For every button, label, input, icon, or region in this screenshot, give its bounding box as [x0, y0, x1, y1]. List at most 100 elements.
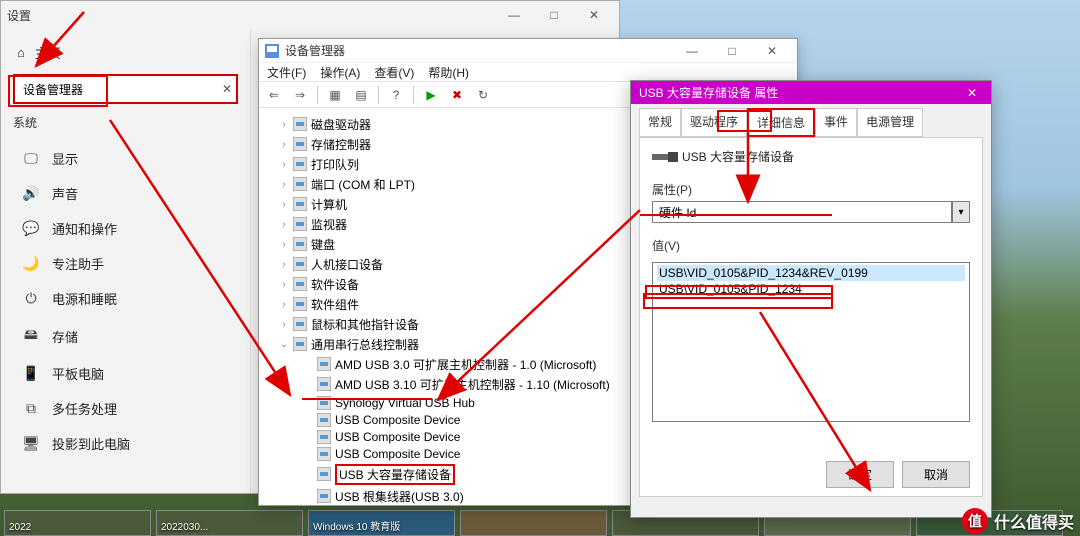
clear-search-icon[interactable]: ✕ — [222, 82, 232, 96]
menu-1[interactable]: 操作(A) — [320, 64, 360, 81]
property-combo-input[interactable] — [652, 201, 952, 223]
close-button[interactable]: ✕ — [575, 8, 613, 22]
tab-0[interactable]: 常规 — [639, 108, 681, 137]
dm-minimize-button[interactable]: — — [673, 44, 711, 58]
sidebar-item-label: 显示 — [52, 149, 78, 168]
sidebar-item-icon: 🖵 — [22, 150, 40, 167]
dm-close-button[interactable]: ✕ — [753, 44, 791, 58]
property-label: 属性(P) — [652, 181, 970, 198]
sidebar-item-label: 投影到此电脑 — [52, 434, 130, 453]
sidebar-item-4[interactable]: ⏻ 电源和睡眠 — [13, 281, 238, 316]
sidebar-item-label: 存储 — [52, 327, 78, 346]
home-icon: ⌂ — [17, 45, 25, 60]
tb-remove[interactable]: ✖ — [446, 84, 468, 106]
tree-chevron[interactable]: › — [279, 219, 289, 230]
tab-2[interactable]: 详细信息 — [747, 108, 815, 137]
tb-scan[interactable]: ▶ — [420, 84, 442, 106]
tree-chevron[interactable]: › — [279, 319, 289, 330]
maximize-button[interactable]: □ — [535, 8, 573, 22]
tree-node-icon — [293, 317, 307, 331]
sidebar-item-6[interactable]: 📱平板电脑 — [13, 356, 238, 391]
dm-app-icon — [265, 44, 279, 58]
tree-node-label: 人机接口设备 — [311, 256, 383, 273]
nav-home[interactable]: ⌂ 主页 — [13, 37, 238, 68]
tree-chevron[interactable]: › — [279, 299, 289, 310]
sidebar-item-icon: ⏻ — [22, 290, 40, 307]
thumb-1[interactable]: 2022 — [4, 510, 151, 536]
win-controls: — □ ✕ — [495, 8, 613, 22]
search-box: ✕ — [13, 74, 238, 104]
sidebar-item-5[interactable]: 🖴 存储 — [13, 316, 238, 356]
ok-button[interactable]: 确定 — [826, 461, 894, 488]
tree-chevron[interactable]: › — [279, 119, 289, 130]
tb-refresh[interactable]: ↻ — [472, 84, 494, 106]
tb-show[interactable]: ▦ — [324, 84, 346, 106]
tree-node-icon — [317, 396, 331, 410]
value-listbox[interactable]: USB\VID_0105&PID_1234&REV_0199USB\VID_01… — [652, 262, 970, 422]
tb-help[interactable]: ? — [385, 84, 407, 106]
tree-chevron[interactable]: › — [279, 159, 289, 170]
device-name: USB 大容量存储设备 — [682, 148, 794, 165]
tree-chevron[interactable]: ⌄ — [279, 339, 289, 350]
tab-1[interactable]: 驱动程序 — [681, 108, 747, 137]
watermark: 值 什么值得买 — [962, 508, 1074, 534]
tree-node-label: 监视器 — [311, 216, 347, 233]
settings-title-bar: 设置 — □ ✕ — [1, 1, 619, 29]
tree-chevron[interactable]: › — [279, 199, 289, 210]
tree-chevron[interactable]: › — [279, 179, 289, 190]
tree-node-label: Synology Virtual USB Hub — [335, 396, 475, 410]
sidebar-item-label: 电源和睡眠 — [52, 289, 117, 308]
tree-node-label: 通用串行总线控制器 — [311, 336, 419, 353]
tb-back[interactable]: ⇐ — [263, 84, 285, 106]
minimize-button[interactable]: — — [495, 8, 533, 22]
tree-node-label: 键盘 — [311, 236, 335, 253]
tree-node-icon — [293, 237, 307, 251]
dm-title: 设备管理器 — [285, 42, 345, 59]
menu-bar: 文件(F) 操作(A) 查看(V) 帮助(H) — [259, 62, 797, 82]
sidebar-item-icon: 🔊 — [22, 185, 40, 202]
tree-node-icon — [317, 413, 331, 427]
sidebar-item-2[interactable]: 💬通知和操作 — [13, 211, 238, 246]
thumb-2[interactable]: 2022030... — [156, 510, 303, 536]
tree-node-icon — [317, 430, 331, 444]
dm-maximize-button[interactable]: □ — [713, 44, 751, 58]
property-combobox[interactable]: ▾ — [652, 201, 970, 223]
tree-node-label: 软件组件 — [311, 296, 359, 313]
prop-close-button[interactable]: ✕ — [957, 86, 987, 100]
value-row[interactable]: USB\VID_0105&PID_1234&REV_0199 — [657, 265, 965, 281]
tb-fwd[interactable]: ⇒ — [289, 84, 311, 106]
prop-title: USB 大容量存储设备 属性 — [639, 84, 778, 101]
tree-chevron[interactable]: › — [279, 239, 289, 250]
tree-node-label: 计算机 — [311, 196, 347, 213]
sidebar-item-label: 专注助手 — [52, 254, 104, 273]
menu-2[interactable]: 查看(V) — [374, 64, 414, 81]
property-combo-arrow[interactable]: ▾ — [952, 201, 970, 223]
value-row[interactable]: USB\VID_0105&PID_1234 — [657, 281, 965, 297]
sidebar-item-icon: 🌙 — [22, 255, 40, 272]
sidebar-item-0[interactable]: 🖵 显示 — [13, 141, 238, 176]
tree-chevron[interactable]: › — [279, 259, 289, 270]
cancel-button[interactable]: 取消 — [902, 461, 970, 488]
sidebar-item-icon: 🖴 — [22, 324, 40, 348]
sidebar-item-3[interactable]: 🌙 专注助手 — [13, 246, 238, 281]
tree-node-icon — [317, 447, 331, 461]
tree-node-icon — [293, 137, 307, 151]
sidebar-item-7[interactable]: ⧉多任务处理 — [13, 391, 238, 426]
menu-3[interactable]: 帮助(H) — [428, 64, 469, 81]
thumb-3[interactable]: Windows 10 教育版 — [308, 510, 455, 536]
value-label: 值(V) — [652, 237, 970, 254]
watermark-text: 什么值得买 — [994, 509, 1074, 533]
tab-4[interactable]: 电源管理 — [857, 108, 923, 137]
menu-0[interactable]: 文件(F) — [267, 64, 306, 81]
tb-props[interactable]: ▤ — [350, 84, 372, 106]
tree-node-icon — [293, 337, 307, 351]
tree-node-icon — [317, 489, 331, 503]
tree-chevron[interactable]: › — [279, 139, 289, 150]
thumb-4[interactable] — [460, 510, 607, 536]
sidebar-item-icon: ⧉ — [22, 400, 40, 417]
tree-chevron[interactable]: › — [279, 279, 289, 290]
sidebar-item-1[interactable]: 🔊声音 — [13, 176, 238, 211]
search-input[interactable] — [13, 74, 238, 104]
tab-3[interactable]: 事件 — [815, 108, 857, 137]
sidebar-item-8[interactable]: 🖥投影到此电脑 — [13, 426, 238, 461]
